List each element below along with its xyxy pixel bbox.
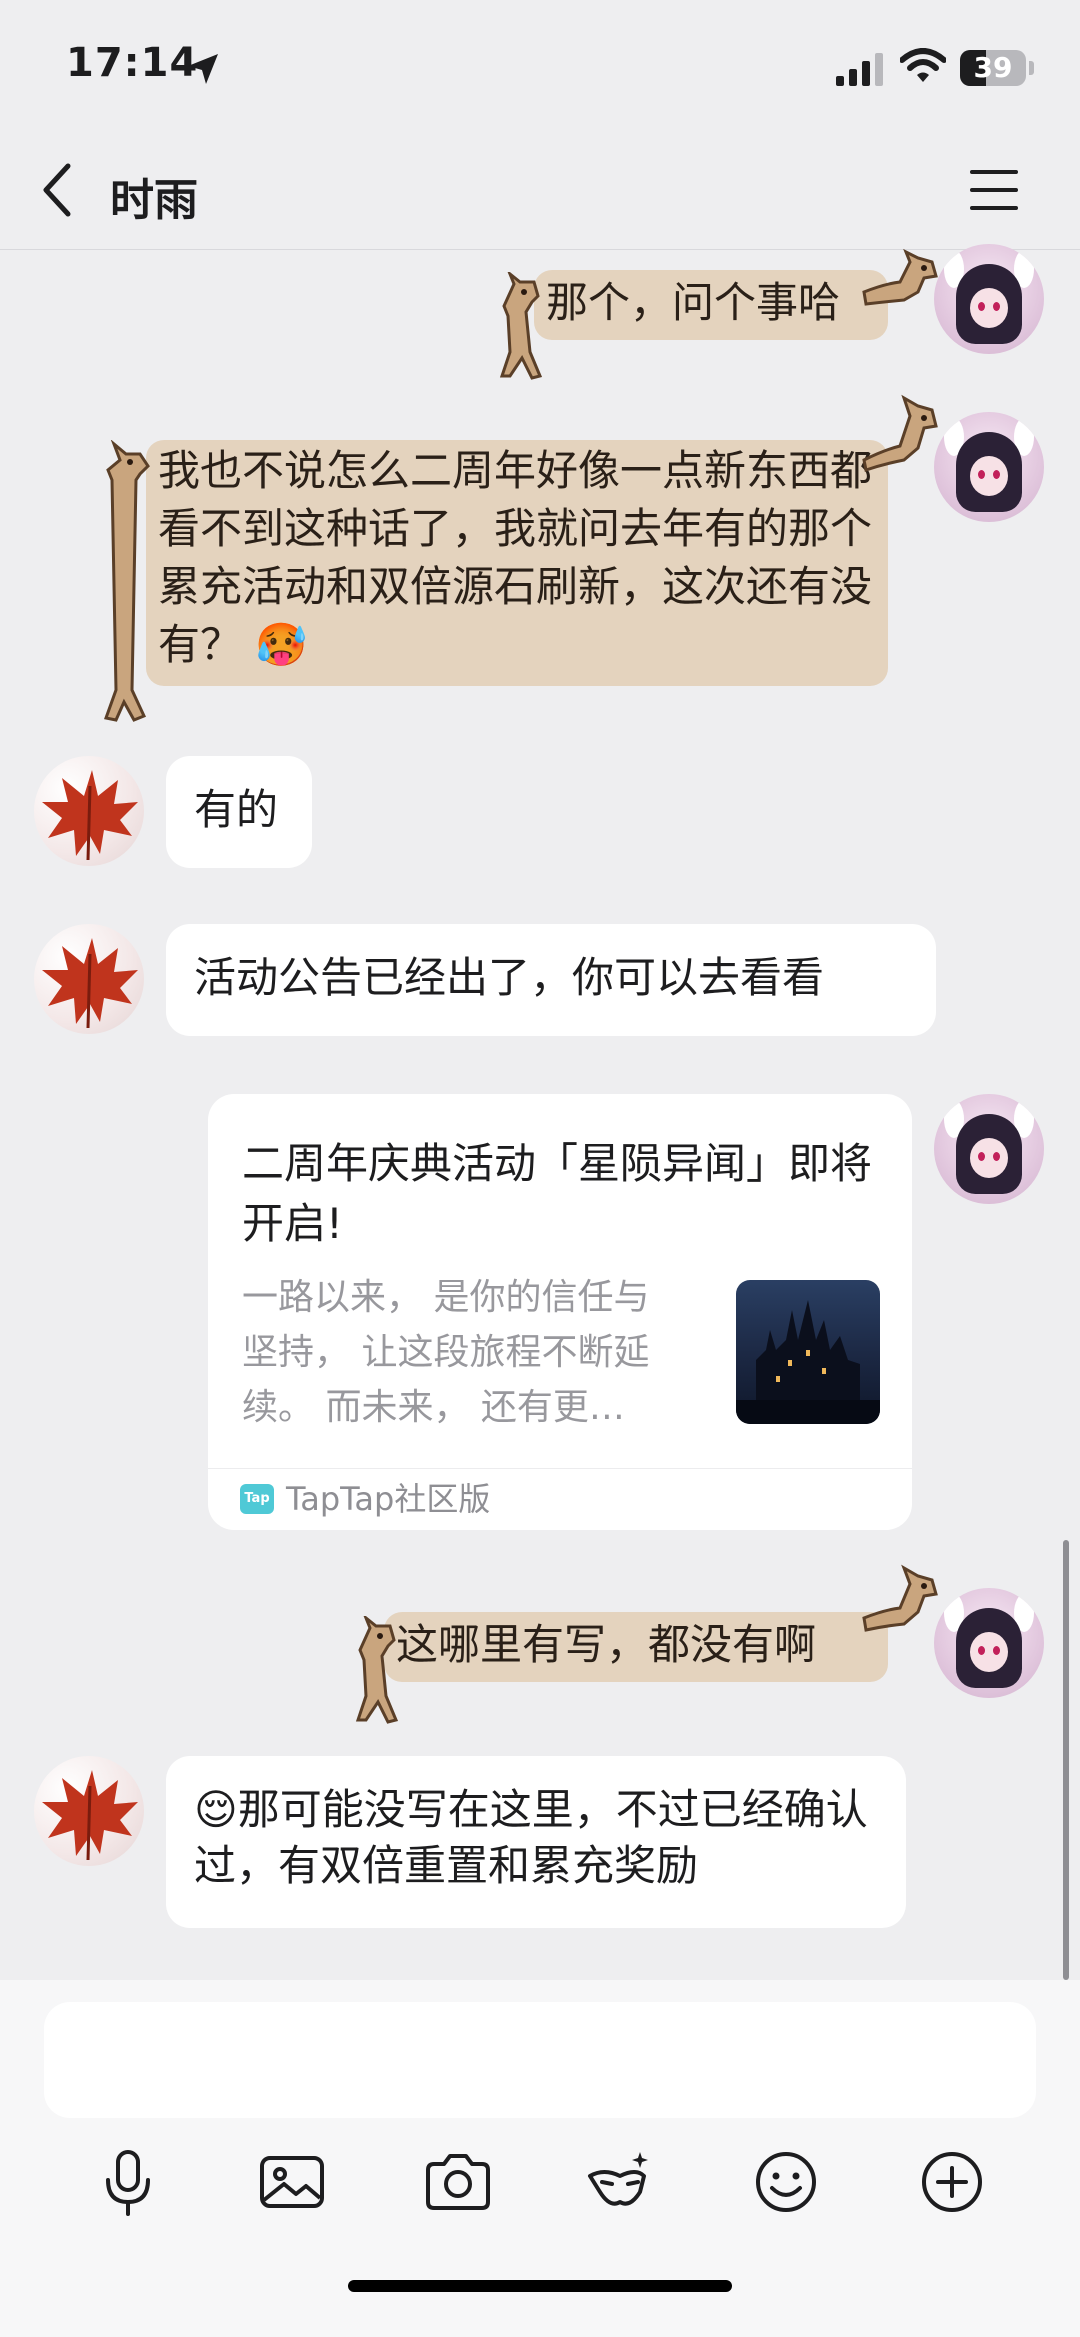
link-card-source: TapTap社区版: [286, 1480, 491, 1518]
horse-sticker-icon: [499, 272, 543, 380]
message-bubble[interactable]: 那个，问个事哈: [534, 270, 888, 340]
maple-leaf-icon: [42, 1770, 138, 1861]
link-card-description: 一路以来， 是你的信任与坚持， 让这段旅程不断延续。 而未来， 还有更…: [242, 1277, 650, 1428]
link-card-title: 二周年庆典活动「星陨异闻」即将开启!: [242, 1139, 873, 1248]
taptap-icon: Tap: [240, 1484, 274, 1514]
message-bubble[interactable]: 我也不说怎么二周年好像一点新东西都看不到这种话了，我就问去年有的那个累充活动和双…: [146, 440, 888, 686]
battery-percent: 39: [973, 51, 1013, 84]
message-emoji: 😌: [194, 1785, 238, 1834]
cellular-signal-icon: [836, 53, 883, 86]
message-bubble[interactable]: 有的: [166, 756, 312, 868]
scroll-indicator[interactable]: [1063, 1540, 1069, 1980]
home-indicator[interactable]: [348, 2280, 732, 2292]
input-area: [0, 1980, 1080, 2337]
link-card[interactable]: 二周年庆典活动「星陨异闻」即将开启! 一路以来， 是你的信任与坚持， 让这段旅程…: [208, 1094, 912, 1530]
maple-leaf-icon: [42, 770, 138, 861]
horse-sticker-icon: [862, 1564, 938, 1632]
link-card-thumbnail: [736, 1280, 880, 1424]
battery-cap: [1029, 61, 1034, 75]
maple-leaf-icon: [42, 938, 138, 1029]
message-text: 有的: [194, 785, 279, 834]
battery-icon: 39: [960, 50, 1026, 86]
contact-avatar[interactable]: [34, 756, 144, 866]
chat-title: 时雨: [110, 175, 198, 226]
horse-sticker-icon: [862, 248, 938, 306]
horse-sticker-icon: [355, 1616, 399, 1724]
image-icon[interactable]: [256, 2146, 328, 2218]
mask-icon[interactable]: [584, 2146, 656, 2218]
message-emoji: 🥵: [255, 620, 308, 669]
wifi-icon: [900, 48, 946, 82]
contact-avatar[interactable]: [34, 924, 144, 1034]
status-time: 17:14: [66, 40, 199, 86]
camera-icon[interactable]: [422, 2146, 494, 2218]
my-avatar[interactable]: [934, 1094, 1044, 1204]
my-avatar[interactable]: [934, 412, 1044, 522]
message-bubble[interactable]: 活动公告已经出了，你可以去看看: [166, 924, 936, 1036]
location-arrow-icon: [188, 54, 218, 84]
message-text: 那可能没写在这里，不过已经确认过，有双倍重置和累充奖励: [194, 1785, 868, 1890]
emoji-icon[interactable]: [750, 2146, 822, 2218]
contact-avatar[interactable]: [34, 1756, 144, 1866]
message-text: 那个，问个事哈: [546, 278, 841, 327]
message-text: 活动公告已经出了，你可以去看看: [194, 953, 825, 1002]
message-input[interactable]: [44, 2002, 1036, 2118]
message-bubble[interactable]: 😌那可能没写在这里，不过已经确认过，有双倍重置和累充奖励: [166, 1756, 906, 1928]
message-bubble[interactable]: 这哪里有写，都没有啊: [384, 1612, 888, 1682]
back-chevron-icon[interactable]: [36, 160, 80, 220]
status-bar: 17:14 39: [0, 0, 1080, 130]
horse-sticker-icon: [862, 394, 938, 472]
menu-icon[interactable]: [968, 168, 1020, 212]
microphone-icon[interactable]: [92, 2146, 164, 2218]
chat-header: 时雨: [0, 130, 1080, 250]
link-card-divider: [208, 1468, 912, 1469]
horse-sticker-icon: [104, 440, 150, 722]
my-avatar[interactable]: [934, 1588, 1044, 1698]
message-text: 这哪里有写，都没有啊: [396, 1620, 817, 1669]
my-avatar[interactable]: [934, 244, 1044, 354]
plus-icon[interactable]: [916, 2146, 988, 2218]
